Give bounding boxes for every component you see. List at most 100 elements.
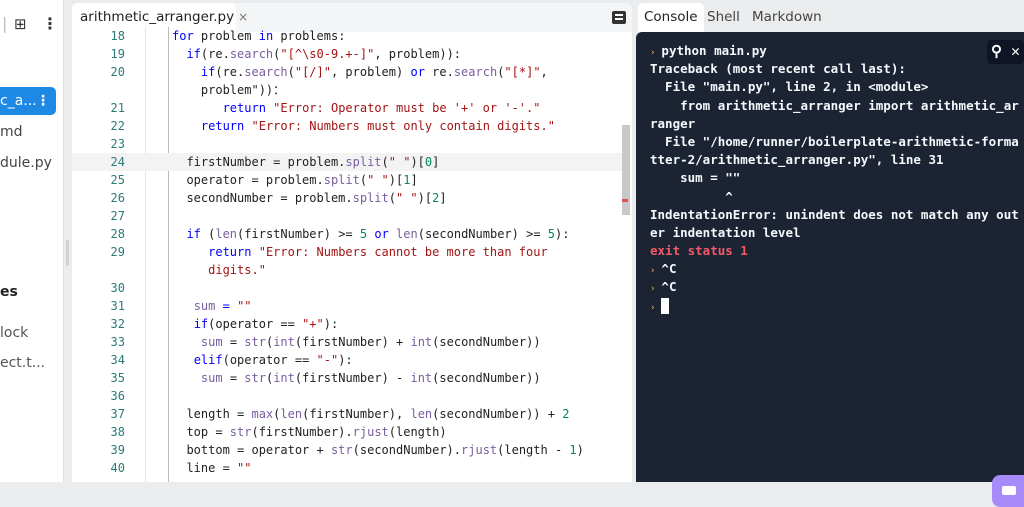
console-line: tter-2/arithmetic_arranger.py", line 31 [650,152,944,168]
code-text: firstNumber = problem.split(" ")[0] [172,155,440,169]
close-tab-icon[interactable]: × [238,10,248,24]
code-line[interactable]: 26 secondNumber = problem.split(" ")[2] [72,189,622,207]
console-tools: ⚲ ✕ [986,40,1024,64]
code-text: if (len(firstNumber) >= 5 or len(secondN… [186,227,570,241]
layout-icon[interactable] [612,11,626,24]
code-text: return "Error: Operator must be '+' or '… [222,101,541,115]
code-line[interactable]: 19 if(re.search("[^\s0-9.+-]", problem))… [72,45,622,63]
resize-handle[interactable] [66,240,69,266]
code-line[interactable]: 37 length = max(len(firstNumber), len(se… [72,405,622,423]
prompt-icon: › [650,284,656,295]
more-options-icon[interactable]: ⋮ [42,14,58,33]
file-sidebar: | ⊞ ⋮ c_a... ⋮ md dule.py es lock ect.t..… [0,0,64,482]
kebab-icon[interactable]: ⋮ [36,87,50,115]
code-line[interactable]: 34 elif(operator == "-"): [72,351,622,369]
search-icon[interactable]: ⚲ [991,42,1002,60]
line-number: 32 [110,317,125,331]
line-number: 36 [110,389,125,403]
line-number: 20 [110,65,125,79]
code-editor: arithmetic_arranger.py × 18 for problem in… [72,3,632,482]
code-line[interactable]: 22 return "Error: Numbers must only cont… [72,117,622,135]
file-item-readme[interactable]: md [0,118,56,146]
chat-button[interactable] [992,475,1024,507]
line-number: 35 [110,371,125,385]
code-line[interactable]: digits." [72,261,622,279]
console-line: File "main.py", line 2, in <module> [650,79,929,95]
file-item-test-module[interactable]: dule.py [0,149,56,177]
code-line[interactable]: 27 [72,207,622,225]
code-line[interactable]: 25 operator = problem.split(" ")[1] [72,171,622,189]
code-line[interactable]: 28 if (len(firstNumber) >= 5 or len(seco… [72,225,622,243]
code-area[interactable]: 18 for problem in problems: 19 if(re.searc… [72,27,622,477]
line-number: 29 [110,245,125,259]
right-panel: Console Shell Markdown ⚲ ✕ › python main.… [636,0,1024,507]
tab-markdown[interactable]: Markdown [746,3,828,32]
code-text: line = "" [172,461,252,475]
line-number: 18 [110,29,125,43]
console-line: sum = "" [650,170,741,186]
code-text: return "Error: Numbers cannot be more th… [208,245,548,259]
code-text: secondNumber = problem.split(" ")[2] [172,191,447,205]
console-line: ^ [650,188,733,204]
new-folder-icon[interactable]: ⊞ [14,15,27,33]
console-line: ranger [650,115,696,131]
code-line[interactable]: 18 for problem in problems: [72,27,622,45]
line-number: 22 [110,119,125,133]
line-number: 28 [110,227,125,241]
console-line: › ^C [650,279,677,295]
code-line[interactable]: 38 top = str(firstNumber).rjust(length) [72,423,622,441]
code-line[interactable]: 40 line = "" [72,459,622,477]
prompt-icon: › [650,266,656,277]
line-number: 38 [110,425,125,439]
line-number: 33 [110,335,125,349]
code-text: for problem in problems: [172,29,346,43]
divider-icon: | [2,14,8,33]
close-icon[interactable]: ✕ [1011,42,1020,60]
line-number: 25 [110,173,125,187]
console-line: File "/home/runner/boilerplate-arithmeti… [650,133,1019,149]
code-line[interactable]: 29 return "Error: Numbers cannot be more… [72,243,622,261]
code-line[interactable]: 20 if(re.search("[/]", problem) or re.se… [72,63,622,81]
line-number: 23 [110,137,125,151]
file-label: c_a... [0,93,37,109]
code-text: return "Error: Numbers must only contain… [200,119,555,133]
code-line[interactable]: 35 sum = str(int(firstNumber) - int(seco… [72,369,622,387]
code-text: digits." [208,263,266,277]
console-line: › python main.py [650,43,767,58]
packages-heading: es [0,284,18,300]
code-line[interactable]: 21 return "Error: Operator must be '+' o… [72,99,622,117]
code-text: sum = str(int(firstNumber) + int(secondN… [200,335,541,349]
line-number: 24 [110,155,125,169]
code-text: problem"))： [172,83,286,97]
line-number: 40 [110,461,125,475]
code-line[interactable]: problem"))： [72,81,622,99]
console-output[interactable]: ⚲ ✕ › python main.py Traceback (most recen… [636,32,1024,507]
code-text: operator = problem.split(" ")[1] [172,173,418,187]
code-line[interactable]: 24 firstNumber = problem.split(" ")[0] [72,153,622,171]
code-line[interactable]: 23 [72,135,622,153]
code-line[interactable]: 31 sum = "" [72,297,622,315]
line-number: 27 [110,209,125,223]
file-item-pyproject[interactable]: ect.t... [0,349,56,377]
file-item-lock[interactable]: lock [0,319,56,347]
tab-shell[interactable]: Shell [701,3,746,32]
code-line[interactable]: 30 [72,279,622,297]
tab-console[interactable]: Console [638,3,704,32]
line-number: 19 [110,47,125,61]
line-number: 21 [110,101,125,115]
code-line[interactable]: 39 bottom = operator + str(secondNumber)… [72,441,622,459]
code-line[interactable]: 32 if(operator == "+"): [72,315,622,333]
console-line: › [650,297,1024,315]
file-item-arithmetic-arranger[interactable]: c_a... ⋮ [0,87,56,115]
code-line[interactable]: 33 sum = str(int(firstNumber) + int(seco… [72,333,622,351]
line-number: 31 [110,299,125,313]
console-line: er indentation level [650,224,801,240]
console-line: from arithmetic_arranger import arithmet… [650,97,1019,113]
code-line[interactable]: 36 [72,387,622,405]
code-text: elif(operator == "-"): [193,353,353,367]
line-number: 26 [110,191,125,205]
code-text: if(re.search("[^\s0-9.+-]", problem)): [186,47,462,61]
code-text: length = max(len(firstNumber), len(secon… [172,407,570,421]
code-text: sum = "" [193,299,252,313]
sidebar-toolbar: | ⊞ ⋮ [0,14,64,38]
